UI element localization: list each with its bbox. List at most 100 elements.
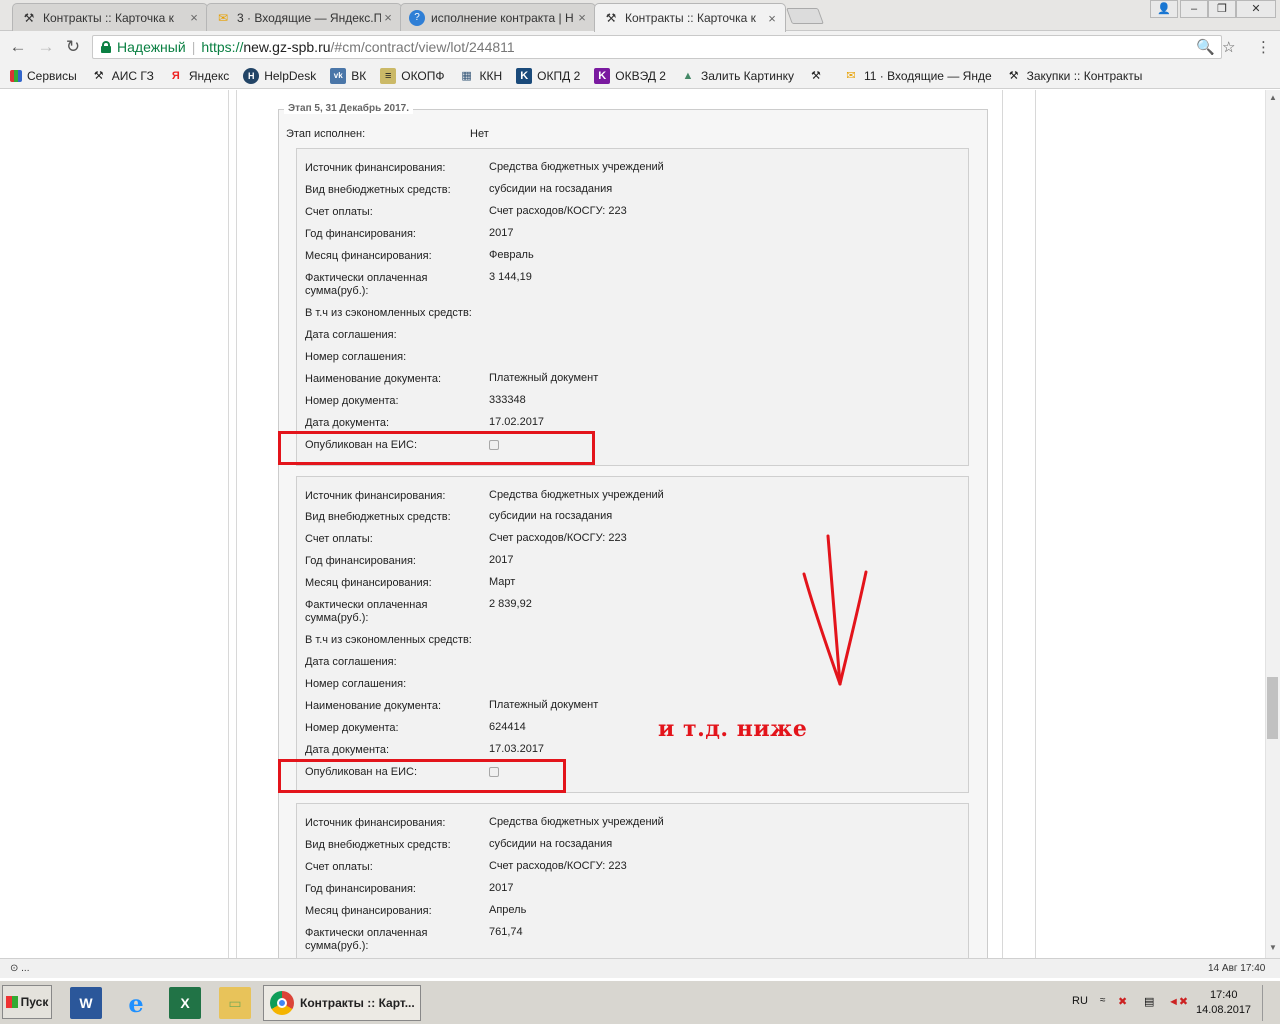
field-label: Номер соглашения: — [305, 351, 407, 363]
menu-icon[interactable]: ⋮ — [1256, 38, 1271, 56]
field-label: Счет оплаты: — [305, 206, 373, 218]
k-icon: K — [516, 67, 533, 84]
bookmark-gavel[interactable]: ⚒ — [808, 68, 829, 84]
bookmark-star-icon[interactable]: ☆ — [1222, 38, 1235, 56]
bookmark-upload-image[interactable]: ▲ Залить Картинку — [680, 68, 794, 84]
field-label: Фактически оплаченная сумма(руб.): — [305, 927, 428, 952]
volume-muted-icon[interactable]: ◄✖ — [1168, 995, 1188, 1008]
field-value: субсидии на госзадания — [489, 510, 613, 522]
field-label: Счет оплаты: — [305, 861, 373, 873]
stage-done-label: Этап исполнен: — [286, 128, 366, 140]
field-label: Источник финансирования: — [305, 817, 446, 829]
field-value: субсидии на госзадания — [489, 183, 613, 195]
bookmark-zakupki[interactable]: ⚒ Закупки :: Контракты — [1006, 68, 1143, 84]
field-value: 2017 — [489, 554, 514, 566]
window-close-button[interactable]: ✕ — [1236, 0, 1276, 18]
new-tab-button[interactable] — [786, 8, 824, 24]
tray-expand-icon[interactable]: ≈ — [1100, 995, 1106, 1006]
back-button[interactable]: ← — [8, 37, 28, 57]
field-value: субсидии на госзадания — [489, 838, 613, 850]
scroll-up-icon[interactable]: ▲ — [1266, 92, 1280, 104]
internet-explorer-icon[interactable]: e — [120, 987, 152, 1019]
bookmark-yandex[interactable]: Я Яндекс — [168, 68, 229, 84]
field-label: Дата соглашения: — [305, 329, 397, 341]
scroll-down-icon[interactable]: ▼ — [1266, 942, 1280, 954]
field-label: Вид внебюджетных средств: — [305, 184, 451, 196]
network-error-icon[interactable]: ✖ — [1118, 995, 1127, 1008]
clock-time[interactable]: 17:40 — [1210, 989, 1238, 1001]
field-label: Источник финансирования: — [305, 162, 446, 174]
bookmark-vk[interactable]: vk ВК — [330, 67, 366, 84]
apps-icon — [10, 69, 22, 82]
url-host: new.gz-spb.ru — [243, 39, 331, 55]
field-value: Платежный документ — [489, 372, 599, 384]
word-icon[interactable]: W — [70, 987, 102, 1019]
k-purple-icon: K — [594, 67, 611, 84]
close-icon[interactable]: × — [575, 10, 589, 25]
gavel-icon: ⚒ — [1008, 70, 1019, 82]
column-border — [1035, 90, 1036, 958]
show-desktop-button[interactable] — [1262, 985, 1278, 1021]
excel-icon[interactable]: X — [169, 987, 201, 1019]
scrollbar-thumb[interactable] — [1267, 677, 1278, 739]
language-indicator[interactable]: RU — [1072, 995, 1088, 1007]
mail-icon: ✉ — [846, 70, 856, 82]
tab-contracts-1[interactable]: ⚒ Контракты :: Карточка к × — [12, 3, 208, 31]
gavel-icon: ⚒ — [23, 10, 35, 25]
tab-label: Контракты :: Карточка к — [625, 11, 756, 25]
field-label: Номер соглашения: — [305, 678, 407, 690]
highlight-box — [278, 759, 566, 793]
taskbar: Пуск W e X ▭ Контракты :: Карт... RU ≈ ✖… — [0, 980, 1280, 1024]
tray-app-icon[interactable]: ▤ — [1144, 995, 1154, 1008]
close-icon[interactable]: × — [187, 10, 201, 25]
bookmark-ais-gz[interactable]: ⚒ АИС ГЗ — [91, 68, 154, 84]
restore-button[interactable]: ❐ — [1208, 0, 1236, 18]
profile-icon[interactable]: 👤 — [1150, 0, 1178, 18]
folder-icon[interactable]: ▭ — [219, 987, 251, 1019]
minimize-button[interactable]: – — [1180, 0, 1208, 18]
field-value: 2017 — [489, 227, 514, 239]
field-label: Месяц финансирования: — [305, 577, 432, 589]
page-content: Этап 5, 31 Декабрь 2017. Этап исполнен: … — [0, 90, 1280, 958]
gavel-icon: ⚒ — [93, 70, 104, 82]
lock-icon — [101, 41, 111, 53]
close-icon[interactable]: × — [765, 11, 779, 26]
annotation-text: и т.д. ниже — [658, 716, 808, 742]
reload-button[interactable]: ↻ — [63, 37, 83, 57]
field-label: Год финансирования: — [305, 883, 416, 895]
clock-date[interactable]: 14.08.2017 — [1196, 1004, 1251, 1016]
windows-icon — [5, 996, 18, 1008]
chrome-icon — [270, 991, 294, 1015]
zoom-icon[interactable]: 🔍 — [1196, 38, 1215, 56]
bookmark-services[interactable]: Сервисы — [10, 69, 77, 83]
field-label: Фактически оплаченная сумма(руб.): — [305, 599, 428, 624]
field-value: Средства бюджетных учреждений — [489, 816, 664, 828]
address-bar[interactable]: Надежный | https://new.gz-spb.ru/#cm/con… — [92, 35, 1222, 59]
forward-button[interactable]: → — [36, 37, 56, 57]
field-value: Платежный документ — [489, 699, 599, 711]
tab-execution[interactable]: ? исполнение контракта | Н × — [400, 3, 596, 31]
field-label: Фактически оплаченная сумма(руб.): — [305, 272, 428, 297]
taskbar-chrome-window[interactable]: Контракты :: Карт... — [263, 985, 421, 1021]
field-value: 624414 — [489, 721, 526, 733]
bookmark-helpdesk[interactable]: H HelpDesk — [243, 67, 316, 84]
page-scrollbar[interactable] — [1265, 90, 1280, 958]
tab-yandex-mail[interactable]: ✉ 3 · Входящие — Яндекс.П × — [206, 3, 402, 31]
bookmark-kkn[interactable]: ▦ ККН — [459, 68, 502, 84]
separator: | — [191, 39, 196, 55]
tab-contracts-active[interactable]: ⚒ Контракты :: Карточка к × — [594, 3, 786, 32]
bookmark-okpd2[interactable]: K ОКПД 2 — [516, 67, 580, 84]
column-border — [1002, 90, 1003, 958]
start-button[interactable]: Пуск — [2, 985, 52, 1019]
status-right: 14 Авг 17:40 — [1208, 963, 1266, 974]
field-value: Счет расходов/КОСГУ: 223 — [489, 860, 627, 872]
help-icon: ? — [409, 9, 425, 26]
bookmark-inbox[interactable]: ✉ 11 · Входящие — Янде — [843, 68, 991, 84]
field-label: Год финансирования: — [305, 228, 416, 240]
field-value: 2017 — [489, 882, 514, 894]
close-icon[interactable]: × — [381, 10, 395, 25]
tab-label: Контракты :: Карточка к — [43, 10, 174, 25]
bookmark-okved2[interactable]: K ОКВЭД 2 — [594, 67, 666, 84]
bookmark-okopf[interactable]: ≡ ОКОПФ — [380, 67, 445, 84]
field-label: Наименование документа: — [305, 700, 442, 712]
